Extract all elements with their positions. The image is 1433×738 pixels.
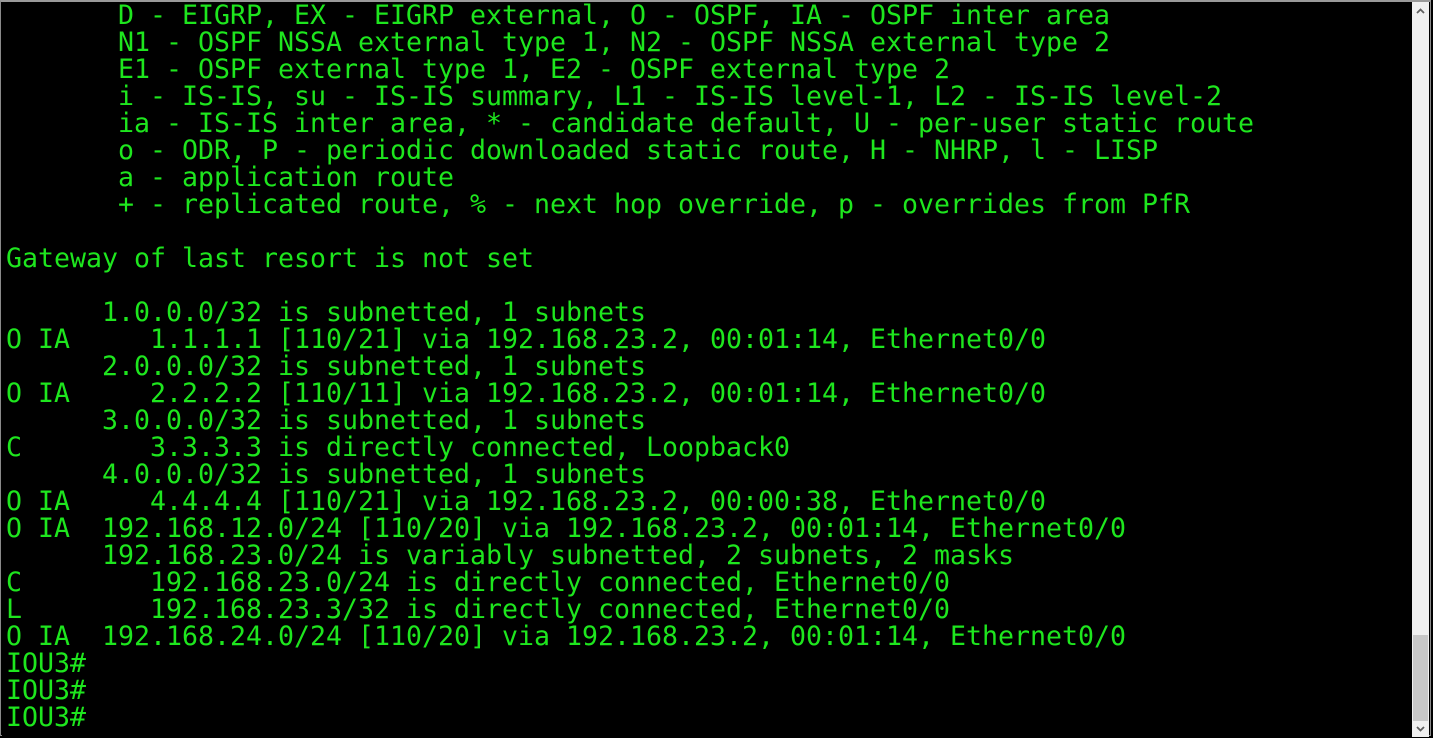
output-line: O IA 192.168.12.0/24 [110/20] via 192.16… xyxy=(6,513,1127,544)
output-line: O IA 192.168.24.0/24 [110/20] via 192.16… xyxy=(6,621,1127,652)
output-line: L 192.168.23.3/32 is directly connected,… xyxy=(6,594,950,625)
output-line: Gateway of last resort is not set xyxy=(6,243,535,274)
output-line: D - EIGRP, EX - EIGRP external, O - OSPF… xyxy=(6,2,1110,31)
output-line: O IA 4.4.4.4 [110/21] via 192.168.23.2, … xyxy=(6,486,1047,517)
prompt-line: IOU3# xyxy=(6,675,87,706)
prompt-line: IOU3# xyxy=(6,702,87,733)
terminal-output[interactable]: D - EIGRP, EX - EIGRP external, O - OSPF… xyxy=(2,2,1414,738)
output-line: O IA 2.2.2.2 [110/11] via 192.168.23.2, … xyxy=(6,378,1047,409)
chevron-down-icon xyxy=(1416,725,1425,732)
scroll-up-button[interactable] xyxy=(1412,2,1429,19)
output-line: i - IS-IS, su - IS-IS summary, L1 - IS-I… xyxy=(6,81,1222,112)
output-line: + - replicated route, % - next hop overr… xyxy=(6,189,1190,220)
output-line: C 192.168.23.0/24 is directly connected,… xyxy=(6,567,950,598)
output-line: N1 - OSPF NSSA external type 1, N2 - OSP… xyxy=(6,27,1110,58)
output-line: 2.0.0.0/32 is subnetted, 1 subnets xyxy=(6,351,647,382)
output-line: C 3.3.3.3 is directly connected, Loopbac… xyxy=(6,432,791,463)
terminal-lines: D - EIGRP, EX - EIGRP external, O - OSPF… xyxy=(6,2,1254,731)
output-line: 3.0.0.0/32 is subnetted, 1 subnets xyxy=(6,405,647,436)
output-line: E1 - OSPF external type 1, E2 - OSPF ext… xyxy=(6,54,950,85)
output-line: O IA 1.1.1.1 [110/21] via 192.168.23.2, … xyxy=(6,324,1047,355)
scrollbar-thumb[interactable] xyxy=(1413,635,1428,721)
chevron-up-icon xyxy=(1416,7,1425,14)
output-line: o - ODR, P - periodic downloaded static … xyxy=(6,135,1159,166)
output-line: 192.168.23.0/24 is variably subnetted, 2… xyxy=(6,540,1015,571)
output-line: a - application route xyxy=(6,162,455,193)
output-line: 1.0.0.0/32 is subnetted, 1 subnets xyxy=(6,297,647,328)
terminal-window: D - EIGRP, EX - EIGRP external, O - OSPF… xyxy=(0,0,1431,738)
vertical-scrollbar[interactable] xyxy=(1412,2,1429,737)
output-line: ia - IS-IS inter area, * - candidate def… xyxy=(6,108,1255,139)
scroll-down-button[interactable] xyxy=(1412,720,1429,737)
prompt-line: IOU3# xyxy=(6,648,87,679)
output-line: 4.0.0.0/32 is subnetted, 1 subnets xyxy=(6,459,647,490)
